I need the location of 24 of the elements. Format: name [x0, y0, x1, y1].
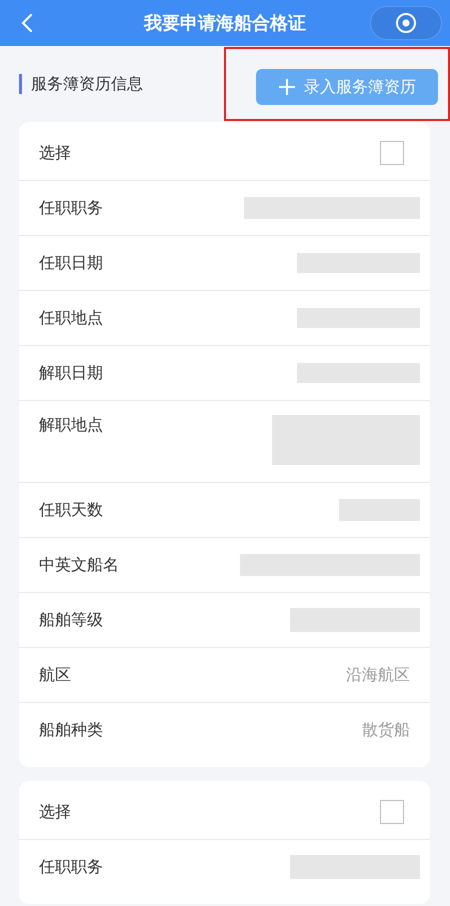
- field-label: 任职职务: [39, 198, 103, 218]
- field-label: 解职地点: [39, 415, 103, 436]
- field-label: 解职日期: [39, 362, 103, 384]
- field-label: 船舶种类: [39, 720, 103, 740]
- field-label: 任职职务: [39, 856, 103, 878]
- field-label: 选择: [39, 802, 71, 822]
- capsule-button[interactable]: [370, 6, 442, 40]
- checkbox[interactable]: [380, 800, 404, 824]
- back-icon: [20, 12, 34, 34]
- checkbox[interactable]: [380, 141, 404, 165]
- field-label: 中英文船名: [39, 554, 119, 576]
- add-record-button[interactable]: 录入服务簿资历: [256, 69, 438, 105]
- field-value: 沿海航区: [346, 664, 411, 686]
- field-label: 选择: [39, 142, 71, 164]
- field-label: 任职日期: [39, 252, 103, 274]
- field-label: 航区: [39, 664, 71, 686]
- section-title: 服务簿资历信息: [19, 74, 143, 94]
- target-icon: [395, 12, 417, 34]
- plus-icon: [278, 78, 296, 96]
- field-label: 任职天数: [39, 500, 103, 520]
- field-value: 散货船: [362, 720, 411, 740]
- page-title: 我要申请海船合格证: [144, 12, 306, 35]
- field-label: 船舶等级: [39, 610, 103, 630]
- field-label: 任职地点: [39, 308, 103, 328]
